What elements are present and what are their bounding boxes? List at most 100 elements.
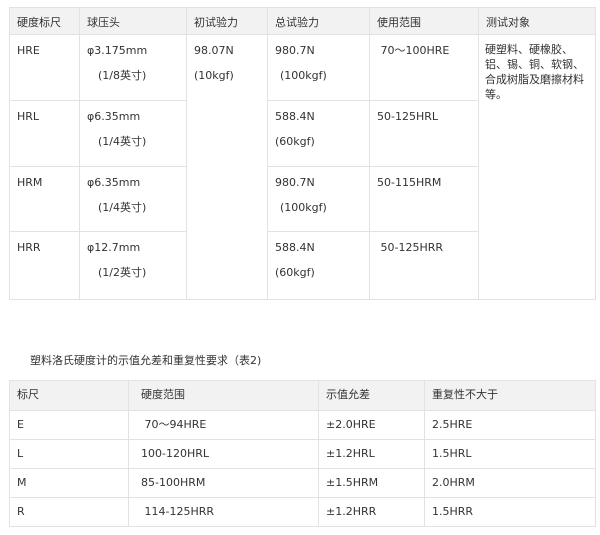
scale-value: HRE xyxy=(17,44,40,57)
tolerance-cell: ±2.0HRE xyxy=(318,410,425,440)
range-cell: 85-100HRM xyxy=(128,468,319,498)
range-value: 85-100HRM xyxy=(141,476,206,489)
total-force-cell: 980.7N (100kgf) xyxy=(267,34,370,101)
range-cell: 50-115HRM xyxy=(369,166,479,232)
scale-cell: HRR xyxy=(9,231,80,300)
tolerance-value: ±1.2HRR xyxy=(326,505,377,518)
table-header-row: 硬度标尺 球压头 初试验力 总试验力 使用范围 测试对象 xyxy=(9,7,596,35)
ball-cell: φ12.7mm (1/2英寸) xyxy=(79,231,187,300)
tolerance-value: ±1.2HRL xyxy=(326,447,375,460)
total-force-n: 980.7N xyxy=(275,44,315,57)
table2-caption: 塑料洛氏硬度计的示值允差和重复性要求（表2) xyxy=(30,354,262,367)
total-force-cell: 980.7N (100kgf) xyxy=(267,166,370,232)
repeat-value: 2.5HRE xyxy=(432,418,473,431)
scale-cell: R xyxy=(9,497,129,527)
rockwell-scale-table: 硬度标尺 球压头 初试验力 总试验力 使用范围 测试对象 HRE φ3.175m… xyxy=(9,7,596,300)
table-row: HRE φ3.175mm (1/8英寸) 98.07N (10kgf) 980.… xyxy=(9,34,596,300)
tolerance-table: 标尺 硬度范围 示值允差 重复性不大于 E 70～94HRE ±2.0HRE 2… xyxy=(9,380,596,527)
range-value: 70～94HRE xyxy=(141,418,207,431)
ball-cell: φ6.35mm (1/4英寸) xyxy=(79,166,187,232)
repeat-cell: 2.5HRE xyxy=(424,410,596,440)
header-cell: 球压头 xyxy=(79,7,187,35)
header-scale: 标尺 xyxy=(17,388,39,401)
ball-diameter: φ3.175mm xyxy=(87,44,148,57)
range-value: 50-115HRM xyxy=(377,176,442,189)
table-row: E 70～94HRE ±2.0HRE 2.5HRE xyxy=(9,410,596,440)
table-row: R 114-125HRR ±1.2HRR 1.5HRR xyxy=(9,497,596,527)
scale-cell: E xyxy=(9,410,129,440)
scale-value: HRR xyxy=(17,241,41,254)
table-header-row: 标尺 硬度范围 示值允差 重复性不大于 xyxy=(9,380,596,411)
scale-value: M xyxy=(17,476,27,489)
range-value: 100-120HRL xyxy=(141,447,210,460)
repeat-cell: 1.5HRL xyxy=(424,439,596,469)
repeat-value: 1.5HRR xyxy=(432,505,474,518)
scale-cell: HRE xyxy=(9,34,80,101)
tolerance-cell: ±1.2HRL xyxy=(318,439,425,469)
range-cell: 50-125HRR xyxy=(369,231,479,300)
header-total-force: 总试验力 xyxy=(275,16,319,29)
ball-cell: φ3.175mm (1/8英寸) xyxy=(79,34,187,101)
header-test-object: 测试对象 xyxy=(486,16,530,29)
scale-value: HRM xyxy=(17,176,43,189)
total-force-kgf: (60kgf) xyxy=(275,266,315,279)
scale-value: HRL xyxy=(17,110,40,123)
scale-cell: HRM xyxy=(9,166,80,232)
ball-diameter: φ6.35mm xyxy=(87,110,141,123)
range-cell: 70～94HRE xyxy=(128,410,319,440)
header-cell: 硬度标尺 xyxy=(9,7,80,35)
ball-diameter: φ6.35mm xyxy=(87,176,141,189)
test-object-cell: 硬塑料、硬橡胶、铝、锡、铜、软钢、合成树脂及磨擦材料等。 xyxy=(478,34,596,300)
range-value: 50-125HRR xyxy=(377,241,444,254)
range-cell: 70～100HRE xyxy=(369,34,479,101)
range-cell: 50-125HRL xyxy=(369,100,479,167)
repeat-value: 2.0HRM xyxy=(432,476,475,489)
total-force-n: 588.4N xyxy=(275,241,315,254)
header-range: 硬度范围 xyxy=(141,388,185,401)
repeat-value: 1.5HRL xyxy=(432,447,472,460)
tolerance-value: ±2.0HRE xyxy=(326,418,376,431)
scale-cell: L xyxy=(9,439,129,469)
ball-diameter-inch: (1/4英寸) xyxy=(98,135,147,148)
total-force-kgf: (60kgf) xyxy=(275,135,315,148)
header-repeatability: 重复性不大于 xyxy=(432,388,498,401)
ball-diameter-inch: (1/4英寸) xyxy=(98,201,147,214)
range-value: 50-125HRL xyxy=(377,110,439,123)
initial-force-cell: 98.07N (10kgf) xyxy=(186,34,268,300)
total-force-kgf: (100kgf) xyxy=(280,69,327,82)
header-ball: 球压头 xyxy=(87,16,120,29)
scale-value: E xyxy=(17,418,24,431)
header-range: 使用范围 xyxy=(377,16,421,29)
ball-diameter: φ12.7mm xyxy=(87,241,141,254)
ball-diameter-inch: (1/2英寸) xyxy=(98,266,147,279)
table-row: M 85-100HRM ±1.5HRM 2.0HRM xyxy=(9,468,596,498)
header-cell: 示值允差 xyxy=(318,380,425,411)
ball-cell: φ6.35mm (1/4英寸) xyxy=(79,100,187,167)
total-force-n: 980.7N xyxy=(275,176,315,189)
scale-value: L xyxy=(17,447,24,460)
total-force-kgf: (100kgf) xyxy=(280,201,327,214)
range-cell: 100-120HRL xyxy=(128,439,319,469)
header-cell: 初试验力 xyxy=(186,7,268,35)
scale-value: R xyxy=(17,505,25,518)
range-value: 70～100HRE xyxy=(377,44,450,57)
total-force-n: 588.4N xyxy=(275,110,315,123)
range-cell: 114-125HRR xyxy=(128,497,319,527)
scale-cell: HRL xyxy=(9,100,80,167)
header-cell: 使用范围 xyxy=(369,7,479,35)
header-scale: 硬度标尺 xyxy=(17,16,61,29)
repeat-cell: 2.0HRM xyxy=(424,468,596,498)
header-initial-force: 初试验力 xyxy=(194,16,238,29)
header-tolerance: 示值允差 xyxy=(326,388,370,401)
header-cell: 总试验力 xyxy=(267,7,370,35)
range-value: 114-125HRR xyxy=(141,505,215,518)
tolerance-cell: ±1.5HRM xyxy=(318,468,425,498)
initial-force-kgf: (10kgf) xyxy=(194,69,234,82)
table-row: L 100-120HRL ±1.2HRL 1.5HRL xyxy=(9,439,596,469)
total-force-cell: 588.4N (60kgf) xyxy=(267,100,370,167)
header-cell: 测试对象 xyxy=(478,7,596,35)
header-cell: 硬度范围 xyxy=(128,380,319,411)
test-object-text: 硬塑料、硬橡胶、铝、锡、铜、软钢、合成树脂及磨擦材料等。 xyxy=(485,43,584,101)
tolerance-cell: ±1.2HRR xyxy=(318,497,425,527)
repeat-cell: 1.5HRR xyxy=(424,497,596,527)
